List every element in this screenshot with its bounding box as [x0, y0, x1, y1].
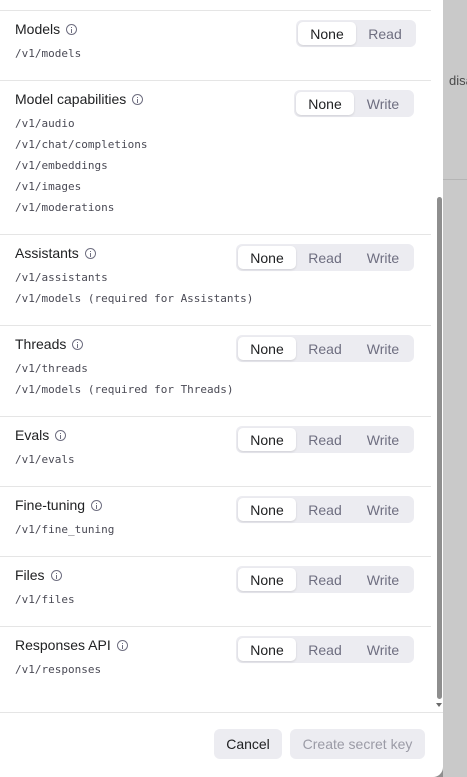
permission-title: Fine-tuning	[15, 497, 86, 513]
info-icon[interactable]	[50, 569, 62, 581]
access-toggle-threads: None Read Write	[236, 335, 414, 362]
permission-evals: Evals /v1/evals None Read Write	[0, 417, 431, 487]
option-read[interactable]: Read	[296, 568, 354, 591]
info-icon[interactable]	[84, 247, 96, 259]
option-write[interactable]: Write	[354, 337, 412, 360]
scrollbar-thumb[interactable]	[437, 197, 442, 699]
option-write[interactable]: Write	[354, 498, 412, 521]
info-icon[interactable]	[72, 338, 84, 350]
option-none[interactable]: None	[238, 568, 296, 591]
option-read[interactable]: Read	[296, 498, 354, 521]
create-key-modal: Models /v1/models None Read Model capabi…	[0, 0, 443, 777]
endpoint-path: /v1/moderations	[15, 201, 115, 214]
access-toggle-models: None Read	[296, 20, 416, 47]
endpoint-path: /v1/models (required for Threads)	[15, 383, 234, 396]
permission-title: Assistants	[15, 245, 79, 261]
info-icon[interactable]	[116, 639, 128, 651]
endpoint-path: /v1/responses	[15, 663, 102, 676]
permission-models: Models /v1/models None Read	[0, 11, 431, 81]
endpoint-path: /v1/models	[15, 47, 82, 60]
option-none[interactable]: None	[238, 246, 296, 269]
permission-model-capabilities: Model capabilities /v1/audio /v1/chat/co…	[0, 81, 431, 235]
permission-title: Evals	[15, 427, 50, 443]
permission-title: Files	[15, 567, 45, 583]
access-toggle-assistants: None Read Write	[236, 244, 414, 271]
permission-responses-api: Responses API /v1/responses None Read Wr…	[0, 627, 431, 707]
endpoint-path: /v1/models (required for Assistants)	[15, 292, 254, 305]
create-secret-key-button[interactable]: Create secret key	[290, 729, 425, 759]
option-read[interactable]: Read	[356, 22, 414, 45]
option-write[interactable]: Write	[354, 92, 412, 115]
option-write[interactable]: Write	[354, 246, 412, 269]
cancel-button[interactable]: Cancel	[214, 729, 282, 759]
endpoint-path: /v1/evals	[15, 453, 75, 466]
footer-divider	[0, 712, 443, 713]
backdrop-divider	[443, 179, 467, 180]
permission-assistants: Assistants /v1/assistants /v1/models (re…	[0, 235, 431, 326]
permission-title: Model capabilities	[15, 91, 127, 107]
permission-title: Models	[15, 21, 61, 37]
option-write[interactable]: Write	[354, 568, 412, 591]
scroll-down-arrow-icon[interactable]	[436, 703, 442, 707]
permission-threads: Threads /v1/threads /v1/models (required…	[0, 326, 431, 417]
endpoint-path: /v1/fine_tuning	[15, 523, 115, 536]
endpoint-path: /v1/files	[15, 593, 75, 606]
option-read[interactable]: Read	[296, 428, 354, 451]
option-none[interactable]: None	[238, 337, 296, 360]
backdrop-text: disa	[449, 73, 467, 88]
access-toggle-responses-api: None Read Write	[236, 636, 414, 663]
endpoint-path: /v1/images	[15, 180, 82, 193]
permission-title: Threads	[15, 336, 67, 352]
permission-files: Files /v1/files None Read Write	[0, 557, 431, 627]
option-read[interactable]: Read	[296, 246, 354, 269]
option-read[interactable]: Read	[296, 337, 354, 360]
endpoint-path: /v1/threads	[15, 362, 88, 375]
option-write[interactable]: Write	[354, 638, 412, 661]
option-none[interactable]: None	[298, 22, 356, 45]
access-toggle-model-capabilities: None Write	[294, 90, 414, 117]
option-write[interactable]: Write	[354, 428, 412, 451]
permissions-scroll-area[interactable]: Models /v1/models None Read Model capabi…	[0, 11, 431, 712]
endpoint-path: /v1/embeddings	[15, 159, 108, 172]
option-none[interactable]: None	[296, 92, 354, 115]
option-none[interactable]: None	[238, 638, 296, 661]
access-toggle-fine-tuning: None Read Write	[236, 496, 414, 523]
option-none[interactable]: None	[238, 498, 296, 521]
access-toggle-evals: None Read Write	[236, 426, 414, 453]
option-read[interactable]: Read	[296, 638, 354, 661]
backdrop-page	[443, 0, 467, 777]
endpoint-path: /v1/assistants	[15, 271, 108, 284]
info-icon[interactable]	[91, 499, 103, 511]
endpoint-path: /v1/chat/completions	[15, 138, 148, 151]
info-icon[interactable]	[132, 93, 144, 105]
permission-fine-tuning: Fine-tuning /v1/fine_tuning None Read Wr…	[0, 487, 431, 557]
access-toggle-files: None Read Write	[236, 566, 414, 593]
endpoint-path: /v1/audio	[15, 117, 75, 130]
info-icon[interactable]	[55, 429, 67, 441]
info-icon[interactable]	[66, 23, 78, 35]
permission-title: Responses API	[15, 637, 111, 653]
option-none[interactable]: None	[238, 428, 296, 451]
